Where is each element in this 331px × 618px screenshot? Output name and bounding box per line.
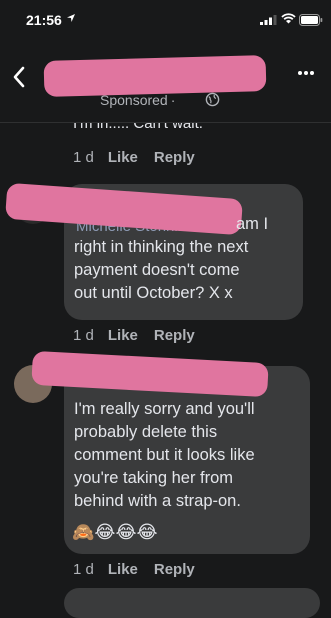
like-button[interactable]: Like bbox=[108, 149, 138, 166]
back-arrow-icon[interactable] bbox=[12, 66, 26, 88]
battery-icon bbox=[299, 14, 323, 26]
status-bar: 21:56 bbox=[0, 0, 331, 40]
post-header: Sponsored · bbox=[0, 40, 331, 118]
redacted-page-name bbox=[43, 55, 267, 97]
comment-text: right in thinking the next payment doesn… bbox=[74, 238, 249, 302]
comment-actions: 1 d Like Reply bbox=[73, 327, 211, 344]
emoji-reactions: 🙈😂😂😂 bbox=[72, 522, 158, 542]
comment-time: 1 d bbox=[73, 149, 94, 166]
reply-button[interactable]: Reply bbox=[154, 561, 195, 578]
location-arrow-icon bbox=[67, 14, 75, 22]
comment-actions: 1 d Like Reply bbox=[73, 149, 211, 166]
sponsored-label: Sponsored · bbox=[100, 92, 176, 108]
cellular-signal-icon bbox=[260, 15, 277, 25]
comment-time: 1 d bbox=[73, 561, 94, 578]
comment-time: 1 d bbox=[73, 327, 94, 344]
wifi-icon bbox=[281, 13, 296, 24]
reply-button[interactable]: Reply bbox=[154, 149, 195, 166]
like-button[interactable]: Like bbox=[108, 327, 138, 344]
status-time: 21:56 bbox=[26, 12, 62, 28]
globe-icon bbox=[205, 92, 220, 107]
comment-text: I'm in..... Can't wait. bbox=[73, 123, 203, 132]
reply-button[interactable]: Reply bbox=[154, 327, 195, 344]
comment-text: I'm really sorry and you'll probably del… bbox=[74, 400, 255, 510]
more-options-icon[interactable] bbox=[297, 70, 315, 76]
next-comment-bubble bbox=[64, 588, 320, 618]
comment-text-first: am I bbox=[236, 215, 269, 233]
comment-actions: 1 d Like Reply bbox=[73, 561, 211, 578]
like-button[interactable]: Like bbox=[108, 561, 138, 578]
